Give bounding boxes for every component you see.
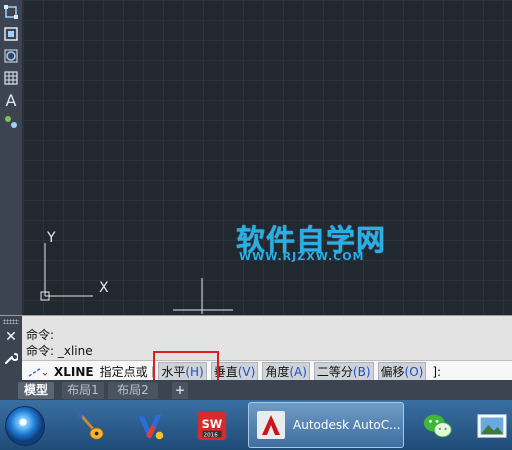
windows-taskbar: SW 2016 Autodesk AutoC... bbox=[0, 400, 512, 450]
command-icon[interactable] bbox=[26, 365, 48, 379]
ucs-icon: Y X bbox=[40, 230, 233, 314]
guitar-app-icon bbox=[77, 411, 104, 440]
add-layout-button[interactable]: + bbox=[172, 382, 188, 399]
drawing-canvas[interactable]: Y X bbox=[23, 0, 512, 314]
ucs-x-label: X bbox=[99, 280, 109, 296]
prompt-text: 指定点或 bbox=[99, 365, 148, 379]
tab-layout2[interactable]: 布局2 bbox=[108, 382, 158, 399]
wrench-icon[interactable] bbox=[4, 351, 18, 365]
command-prompt[interactable]: XLINE 指定点或 [ 水平(H) 垂直(V) 角度(A) 二等分(B) 偏移… bbox=[22, 360, 512, 382]
active-app-label: Autodesk AutoC... bbox=[293, 418, 401, 432]
autocad-icon bbox=[257, 411, 285, 439]
command-line-window: ✕ 命令: 命令: _xline XLINE 指定点或 [ 水平(H) 垂直(V… bbox=[0, 315, 512, 382]
start-button[interactable] bbox=[0, 404, 50, 448]
close-icon[interactable]: ✕ bbox=[4, 330, 18, 344]
add-selected-icon[interactable] bbox=[3, 114, 19, 130]
svg-text:2016: 2016 bbox=[204, 432, 219, 438]
draw-toolbar: A bbox=[0, 0, 23, 318]
svg-text:SW: SW bbox=[202, 417, 223, 431]
command-history-line: 命令: _xline bbox=[26, 344, 93, 358]
prompt-bracket-close: ]: bbox=[432, 364, 442, 379]
watermark-url: WWW.RJZXW.COM bbox=[239, 250, 365, 263]
pinned-app-solidworks[interactable]: SW 2016 bbox=[190, 404, 234, 448]
circle-shape-icon[interactable] bbox=[3, 48, 19, 64]
option-angle[interactable]: 角度(A) bbox=[262, 362, 310, 381]
windows-logo-icon bbox=[5, 406, 45, 446]
layout-tab-bar: 模型 布局1 布局2 + bbox=[0, 380, 512, 400]
region-icon[interactable] bbox=[3, 26, 19, 42]
tab-layout1[interactable]: 布局1 bbox=[62, 382, 104, 399]
pinned-app-photos[interactable] bbox=[472, 404, 512, 448]
pinned-app-wechat[interactable] bbox=[416, 404, 460, 448]
command-line-sidebar: ✕ bbox=[0, 316, 22, 381]
drag-grip-icon[interactable] bbox=[3, 319, 19, 324]
picture-viewer-icon bbox=[477, 414, 507, 438]
text-tool-icon[interactable]: A bbox=[3, 91, 19, 110]
command-history-line: 命令: bbox=[26, 328, 55, 342]
rectangle-select-icon[interactable] bbox=[3, 4, 19, 20]
table-icon[interactable] bbox=[3, 70, 19, 86]
option-bisect[interactable]: 二等分(B) bbox=[313, 362, 374, 381]
app-v-icon bbox=[138, 414, 164, 440]
pinned-app-guitar[interactable] bbox=[68, 404, 112, 448]
pinned-app-visualstudio[interactable] bbox=[128, 404, 172, 448]
wechat-icon bbox=[423, 414, 452, 438]
prompt-command-name: XLINE bbox=[54, 364, 94, 379]
tab-model[interactable]: 模型 bbox=[18, 382, 54, 399]
taskbar-autocad-window[interactable]: Autodesk AutoC... bbox=[248, 402, 404, 448]
option-offset[interactable]: 偏移(O) bbox=[377, 362, 427, 381]
solidworks-2016-icon: SW 2016 bbox=[197, 411, 227, 441]
ucs-y-label: Y bbox=[46, 230, 56, 246]
